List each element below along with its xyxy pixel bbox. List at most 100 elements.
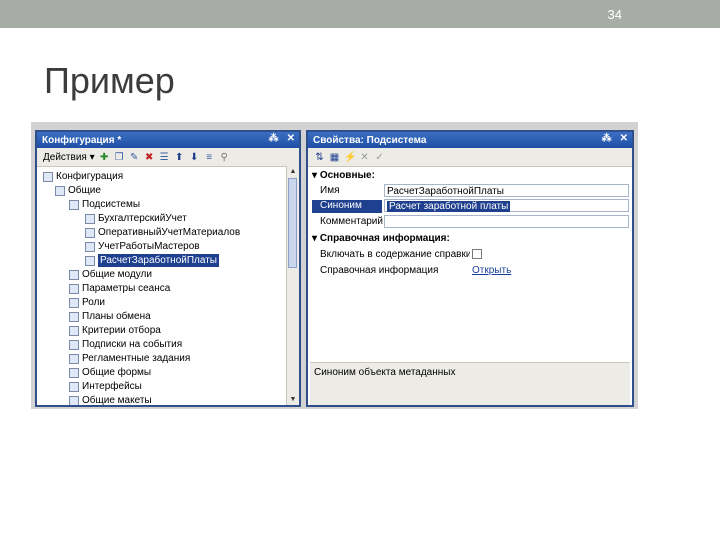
tree-node-icon [85, 227, 95, 238]
configuration-title: Конфигурация * [42, 134, 122, 146]
tree-item[interactable]: Роли [69, 296, 105, 309]
tree-node-icon [85, 241, 95, 252]
sort-icon[interactable]: ≡ [204, 152, 215, 163]
tree-node-icon [69, 325, 79, 336]
section-help[interactable]: ▾ Справочная информация: [312, 233, 450, 244]
slide-top-bar: 34 [0, 0, 720, 28]
tree-item-label: Роли [82, 297, 105, 308]
action-icon[interactable]: ⚡ [344, 152, 356, 163]
tree-item[interactable]: Конфигурация [43, 170, 123, 183]
tree-item-label: Подписки на события [82, 339, 183, 350]
tree-item-label: Интерфейсы [82, 381, 142, 392]
tree-node-icon [69, 353, 79, 364]
tree-item[interactable]: Общие формы [69, 366, 151, 379]
apply-icon[interactable]: ✓ [374, 152, 385, 163]
tree-item[interactable]: УчетРаботыМастеров [85, 240, 200, 253]
actions-menu[interactable]: Действия ▾ [43, 152, 95, 163]
close-icon[interactable]: ✕ [287, 133, 295, 144]
pin-icon[interactable]: ⁂ [269, 133, 279, 144]
tree-node-icon [69, 381, 79, 392]
properties-panel: Свойства: Подсистема ⁂ ✕ ⇅ ▦ ⚡ ✕ ✓ ▾ Осн… [306, 130, 634, 407]
tree-item-label: РасчетЗаработнойПлаты [98, 254, 219, 267]
open-help-link[interactable]: Открыть [472, 265, 511, 276]
tree-node-icon [69, 283, 79, 294]
move-up-icon[interactable]: ⬆ [174, 152, 185, 163]
comment-field[interactable] [384, 215, 629, 228]
add-icon[interactable]: ✚ [99, 152, 110, 163]
section-help-label: Справочная информация: [319, 233, 450, 244]
scroll-thumb[interactable] [288, 178, 297, 268]
delete-icon[interactable]: ✖ [144, 152, 155, 163]
tree-item-label: Регламентные задания [82, 353, 191, 364]
actions-label: Действия [43, 151, 87, 163]
synonym-label: Синоним [312, 200, 382, 213]
scroll-up-icon[interactable]: ▲ [287, 166, 299, 177]
tree-node-icon [55, 185, 65, 196]
slide-title: Пример [44, 60, 175, 101]
tree-item-label: Общие макеты [82, 395, 152, 406]
synonym-field[interactable]: Расчет заработной платы [384, 199, 629, 212]
tree-item-label: ОперативныйУчетМатериалов [98, 227, 241, 238]
tree-node-icon [69, 395, 79, 405]
include-label: Включать в содержание справки [320, 249, 470, 260]
close-icon[interactable]: ✕ [620, 133, 628, 144]
tree-item-label: УчетРаботыМастеров [98, 241, 200, 252]
include-checkbox[interactable] [472, 249, 482, 259]
tree-item-label: Подсистемы [82, 199, 141, 210]
section-main[interactable]: ▾ Основные: [312, 170, 375, 181]
name-label: Имя [320, 185, 340, 196]
tree-item[interactable]: Параметры сеанса [69, 282, 170, 295]
tree-item-label: Конфигурация [56, 171, 124, 182]
tree-item-label: Планы обмена [82, 311, 151, 322]
designer-screenshot: Конфигурация * ⁂ ✕ Действия ▾ ✚ ❐ ✎ ✖ ☰ … [31, 122, 638, 409]
configuration-titlebar: Конфигурация * ⁂ ✕ [37, 132, 299, 148]
name-field[interactable]: РасчетЗаработнойПлаты [384, 184, 629, 197]
tree-node-icon [85, 255, 95, 266]
tree-node-icon [69, 367, 79, 378]
tree-item-label: Общие [68, 185, 101, 196]
tree-node-icon [69, 297, 79, 308]
filter-icon[interactable]: ⚲ [219, 152, 230, 163]
tree-item-label: БухгалтерскийУчет [98, 213, 187, 224]
tree-item[interactable]: ОперативныйУчетМатериалов [85, 226, 240, 239]
tree-item[interactable]: Подписки на события [69, 338, 182, 351]
configuration-tree: Конфигурация Общие Подсистемы Бухгалтерский… [37, 167, 299, 406]
tree-scrollbar[interactable]: ▲ ▼ [286, 166, 299, 405]
tree-node-icon [43, 171, 53, 182]
scroll-down-icon[interactable]: ▼ [287, 394, 299, 405]
properties-icon[interactable]: ☰ [159, 152, 170, 163]
tree-node-icon [69, 311, 79, 322]
tree-item[interactable]: Общие [55, 184, 101, 197]
tree-item[interactable]: Критерии отбора [69, 324, 161, 337]
description-text: Синоним объекта метаданных [314, 367, 456, 378]
description-area: Синоним объекта метаданных [310, 362, 630, 405]
section-main-label: Основные: [319, 170, 375, 181]
copy-icon[interactable]: ❐ [114, 152, 125, 163]
pin-icon[interactable]: ⁂ [602, 133, 612, 144]
sort-alpha-icon[interactable]: ⇅ [314, 152, 325, 163]
properties-toolbar: ⇅ ▦ ⚡ ✕ ✓ [308, 148, 632, 167]
edit-icon[interactable]: ✎ [129, 152, 140, 163]
tree-item[interactable]: Подсистемы [69, 198, 140, 211]
tree-item-label: Общие модули [82, 269, 152, 280]
tree-item[interactable]: Общие модули [69, 268, 152, 281]
tree-item[interactable]: Общие макеты [69, 394, 152, 406]
tree-node-icon [69, 269, 79, 280]
tree-item[interactable]: Интерфейсы [69, 380, 142, 393]
clear-icon[interactable]: ✕ [359, 152, 370, 163]
tree-item[interactable]: БухгалтерскийУчет [85, 212, 187, 225]
comment-label: Комментарий [320, 216, 383, 227]
configuration-panel: Конфигурация * ⁂ ✕ Действия ▾ ✚ ❐ ✎ ✖ ☰ … [35, 130, 301, 407]
properties-title: Свойства: Подсистема [313, 134, 427, 146]
tree-node-icon [85, 213, 95, 224]
tree-item-label: Параметры сеанса [82, 283, 171, 294]
tree-node-icon [69, 339, 79, 350]
tree-item-label: Общие формы [82, 367, 152, 378]
tree-item[interactable]: Планы обмена [69, 310, 151, 323]
tree-item[interactable]: РасчетЗаработнойПлаты [85, 254, 219, 267]
tree-item[interactable]: Регламентные задания [69, 352, 190, 365]
tree-item-label: Критерии отбора [82, 325, 161, 336]
categorize-icon[interactable]: ▦ [329, 152, 340, 163]
move-down-icon[interactable]: ⬇ [189, 152, 200, 163]
help-label: Справочная информация [320, 265, 439, 276]
